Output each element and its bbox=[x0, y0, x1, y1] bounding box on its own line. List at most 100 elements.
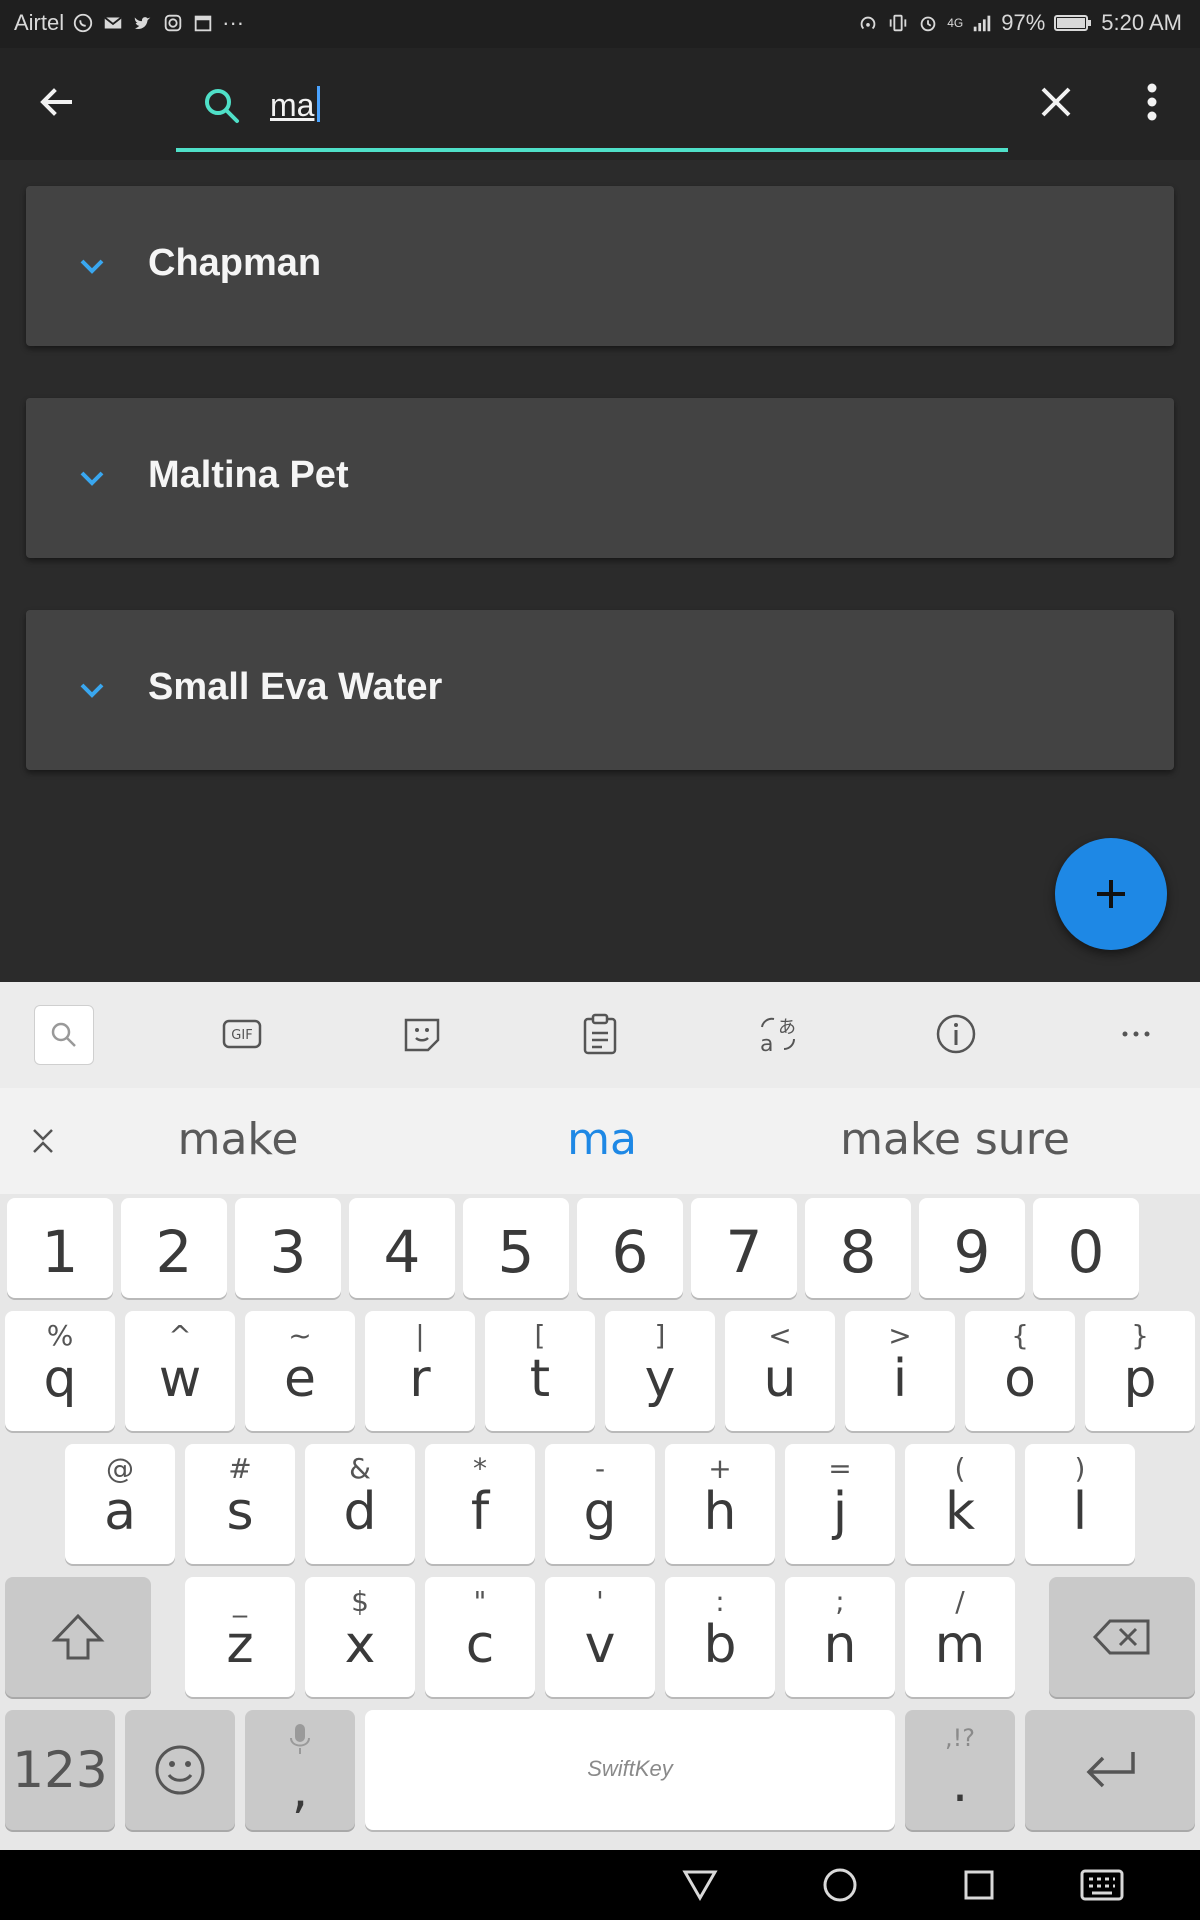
backspace-key[interactable] bbox=[1049, 1577, 1195, 1697]
add-item-fab[interactable] bbox=[1055, 838, 1167, 950]
arrow-left-icon bbox=[40, 88, 72, 116]
search-input[interactable] bbox=[270, 82, 870, 128]
svg-text:a: a bbox=[760, 1032, 773, 1055]
home-circle-icon bbox=[823, 1868, 857, 1902]
key-a[interactable]: @ a bbox=[65, 1444, 175, 1564]
chevron-down-icon[interactable] bbox=[74, 460, 110, 496]
recents-square-icon bbox=[964, 1870, 994, 1900]
suggestion-center[interactable]: ma bbox=[452, 1114, 752, 1165]
key-l[interactable]: ) l bbox=[1025, 1444, 1135, 1564]
key-6[interactable]: 6 bbox=[577, 1198, 683, 1298]
key-s[interactable]: # s bbox=[185, 1444, 295, 1564]
key-x[interactable]: $ x bbox=[305, 1577, 415, 1697]
keyboard-icon bbox=[1080, 1869, 1124, 1901]
swiftkey-keyboard: GIF aあ make ma make sure 1 2 3 4 5 6 7 8… bbox=[0, 982, 1200, 1850]
key-g[interactable]: -g bbox=[545, 1444, 655, 1564]
key-y[interactable]: ] y bbox=[605, 1311, 715, 1431]
clear-search-button[interactable] bbox=[1030, 76, 1082, 128]
translate-button[interactable]: aあ bbox=[748, 1004, 808, 1064]
result-title: Maltina Pet bbox=[148, 454, 349, 496]
result-card[interactable]: Small Eva Water bbox=[26, 610, 1174, 770]
keyboard-search-button[interactable] bbox=[34, 1005, 94, 1065]
more-notifications-icon: ··· bbox=[222, 10, 245, 35]
key-q[interactable]: % q bbox=[5, 1311, 115, 1431]
backspace-icon bbox=[1092, 1619, 1150, 1655]
key-5[interactable]: 5 bbox=[463, 1198, 569, 1298]
key-9[interactable]: 9 bbox=[919, 1198, 1025, 1298]
symbols-key[interactable]: 123 bbox=[5, 1710, 115, 1830]
key-4[interactable]: 4 bbox=[349, 1198, 455, 1298]
overflow-menu-button[interactable] bbox=[1128, 76, 1176, 128]
smiley-icon bbox=[155, 1745, 205, 1795]
sticker-button[interactable] bbox=[392, 1004, 452, 1064]
key-o[interactable]: {o bbox=[965, 1311, 1075, 1431]
key-w[interactable]: ^ w bbox=[125, 1311, 235, 1431]
vibrate-icon bbox=[887, 12, 909, 34]
search-field[interactable] bbox=[176, 68, 1008, 152]
more-horizontal-icon bbox=[1122, 1031, 1150, 1037]
key-2[interactable]: 2 bbox=[121, 1198, 227, 1298]
collapse-suggestions-icon[interactable] bbox=[26, 1124, 60, 1158]
suggestion-bar: make ma make sure bbox=[0, 1088, 1200, 1194]
key-m[interactable]: / m bbox=[905, 1577, 1015, 1697]
result-title: Small Eva Water bbox=[148, 666, 443, 708]
more-vertical-icon bbox=[1147, 83, 1157, 121]
key-j[interactable]: = j bbox=[785, 1444, 895, 1564]
result-card[interactable]: Maltina Pet bbox=[26, 398, 1174, 558]
toolbar-more-button[interactable] bbox=[1106, 1004, 1166, 1064]
gif-icon: GIF bbox=[222, 1019, 262, 1049]
shift-key[interactable] bbox=[5, 1577, 151, 1697]
key-k[interactable]: (k bbox=[905, 1444, 1015, 1564]
key-7[interactable]: 7 bbox=[691, 1198, 797, 1298]
key-p[interactable]: } p bbox=[1085, 1311, 1195, 1431]
chevron-down-icon[interactable] bbox=[74, 672, 110, 708]
key-3[interactable]: 3 bbox=[235, 1198, 341, 1298]
alarm-icon bbox=[917, 12, 939, 34]
nav-home-button[interactable] bbox=[817, 1862, 863, 1908]
key-h[interactable]: + h bbox=[665, 1444, 775, 1564]
suggestion-right[interactable]: make sure bbox=[805, 1114, 1105, 1165]
key-i[interactable]: > i bbox=[845, 1311, 955, 1431]
svg-text:GIF: GIF bbox=[231, 1028, 252, 1043]
clipboard-button[interactable] bbox=[570, 1004, 630, 1064]
enter-return-icon bbox=[1086, 1752, 1135, 1788]
key-d[interactable]: & d bbox=[305, 1444, 415, 1564]
battery-percent: 97% bbox=[1001, 10, 1046, 35]
gif-button[interactable]: GIF bbox=[212, 1004, 272, 1064]
period-key[interactable]: ,!? . bbox=[905, 1710, 1015, 1830]
key-t[interactable]: [t bbox=[485, 1311, 595, 1431]
twitter-icon bbox=[132, 12, 154, 34]
key-8[interactable]: 8 bbox=[805, 1198, 911, 1298]
text-caret bbox=[317, 86, 320, 122]
info-button[interactable] bbox=[926, 1004, 986, 1064]
key-z[interactable]: _ z bbox=[185, 1577, 295, 1697]
key-0[interactable]: 0 bbox=[1033, 1198, 1139, 1298]
back-button[interactable] bbox=[28, 74, 84, 130]
key-u[interactable]: < u bbox=[725, 1311, 835, 1431]
sticker-icon bbox=[404, 1018, 440, 1052]
shift-arrow-icon bbox=[51, 1613, 105, 1660]
spacebar[interactable]: SwiftKey bbox=[365, 1710, 895, 1830]
emoji-key[interactable] bbox=[125, 1710, 235, 1830]
key-f[interactable]: * f bbox=[425, 1444, 535, 1564]
carrier-label: Airtel bbox=[14, 10, 65, 35]
key-c[interactable]: " c bbox=[425, 1577, 535, 1697]
nav-keyboard-button[interactable] bbox=[1077, 1862, 1127, 1908]
chevron-down-icon[interactable] bbox=[74, 248, 110, 284]
plus-icon bbox=[1097, 880, 1125, 908]
result-card[interactable]: Chapman bbox=[26, 186, 1174, 346]
nav-recents-button[interactable] bbox=[956, 1862, 1002, 1908]
key-b[interactable]: :b bbox=[665, 1577, 775, 1697]
result-title: Chapman bbox=[148, 242, 322, 284]
key-r[interactable]: | r bbox=[365, 1311, 475, 1431]
nav-back-button[interactable] bbox=[677, 1862, 723, 1908]
enter-key[interactable] bbox=[1025, 1710, 1195, 1830]
suggestion-left[interactable]: make bbox=[88, 1114, 388, 1165]
comma-key[interactable]: , bbox=[245, 1710, 355, 1830]
info-icon bbox=[936, 1014, 976, 1054]
key-1[interactable]: 1 bbox=[7, 1198, 113, 1298]
signal-icon bbox=[971, 12, 993, 34]
key-v[interactable]: ' v bbox=[545, 1577, 655, 1697]
key-e[interactable]: ~ e bbox=[245, 1311, 355, 1431]
key-n[interactable]: ; n bbox=[785, 1577, 895, 1697]
